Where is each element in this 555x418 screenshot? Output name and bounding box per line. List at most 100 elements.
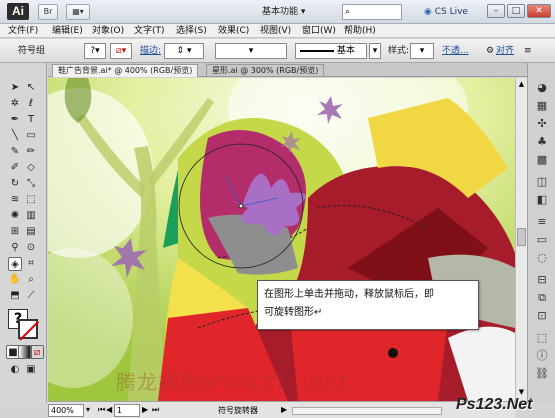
magic-wand-icon[interactable]: ✲ [8, 97, 22, 111]
style-select[interactable]: ▾ [410, 43, 434, 59]
rectangle-icon[interactable]: ▭ [24, 129, 38, 143]
align-link[interactable]: 对齐 [496, 45, 514, 57]
last-artboard-icon[interactable]: ⏭ [152, 405, 159, 415]
stroke-swatch-icon[interactable] [18, 319, 40, 341]
toolbox: ➤ ↖ ✲ ℓ ✒ T ╲ ▭ ✎ ✏ ✐ ◇ ↻ ⤡ ≋ ⬚ ✺ ▥ ⊞ ▤ … [0, 63, 47, 403]
layers-icon[interactable]: ◧ [534, 193, 550, 207]
zoom-icon[interactable]: ⌕ [24, 273, 38, 287]
paintbrush-icon[interactable]: ✎ [8, 145, 22, 159]
live-paint-icon[interactable]: ◈ [8, 257, 22, 271]
maximize-button[interactable]: □ [507, 4, 525, 18]
lasso-icon[interactable]: ℓ [24, 97, 38, 111]
artboard-number: 1 [117, 406, 123, 415]
brush-basic-label: 基本 [336, 46, 355, 56]
variable-width-select[interactable]: ▾ [215, 43, 287, 59]
stroke-link[interactable]: 描边: [140, 45, 161, 57]
transform-icon[interactable]: ⊡ [534, 309, 550, 323]
blob-brush-icon[interactable]: ✐ [8, 161, 22, 175]
knife-icon[interactable]: ⟋ [24, 289, 38, 303]
symbols-icon[interactable]: ♣ [534, 135, 550, 149]
appearance-icon[interactable]: ◫ [534, 175, 550, 189]
minimize-button[interactable]: – [487, 4, 505, 18]
transparency-icon[interactable]: ◌ [534, 251, 550, 265]
artboards-icon[interactable]: ⬚ [534, 331, 550, 345]
brush-definition-select[interactable]: 基本 [295, 43, 367, 59]
spinner-icon: ⇕ [176, 46, 185, 56]
info-icon[interactable]: ⓘ [534, 349, 550, 363]
arrange-documents-button[interactable]: ▦▾ [66, 4, 90, 20]
rotate-icon[interactable]: ↻ [8, 177, 22, 191]
swatches-icon[interactable]: ▦ [534, 99, 550, 113]
blend-icon[interactable]: ⊙ [24, 241, 38, 255]
artboard-canvas[interactable] [48, 78, 515, 401]
artboard-icon[interactable]: ⬒ [8, 289, 22, 303]
eraser-icon[interactable]: ◇ [24, 161, 38, 175]
screen-mode-icon[interactable]: ▣ [24, 363, 38, 377]
cs-live-icon: ◉ [424, 7, 432, 17]
slice-icon[interactable]: ⌗ [24, 257, 38, 271]
menu-effect[interactable]: 效果(C) [218, 25, 249, 37]
warp-icon[interactable]: ≋ [8, 193, 22, 207]
menu-bar: 文件(F) 编辑(E) 对象(O) 文字(T) 选择(S) 效果(C) 视图(V… [0, 24, 555, 38]
scale-icon[interactable]: ⤡ [24, 177, 38, 191]
zoom-dropdown-icon[interactable]: ▾ [86, 405, 90, 414]
direct-selection-icon[interactable]: ↖ [24, 81, 38, 95]
align-icon[interactable]: ⊟ [534, 273, 550, 287]
mesh-icon[interactable]: ⊞ [8, 225, 22, 239]
tab-shoe-ad[interactable]: 鞋广告背景.ai* @ 400% (RGB/预览) [52, 64, 199, 77]
free-transform-icon[interactable]: ⬚ [24, 193, 38, 207]
zoom-field[interactable]: 400% [48, 404, 84, 417]
selection-icon[interactable]: ➤ [8, 81, 22, 95]
workspace-switcher[interactable]: 基本功能 ▾ [262, 4, 326, 20]
brush-menu-button[interactable]: ▾ [369, 43, 381, 59]
brushes-icon[interactable]: ✣ [534, 117, 550, 131]
type-icon[interactable]: T [24, 113, 38, 127]
recolor-icon[interactable]: ⚙ [486, 45, 494, 57]
draw-mode-icon[interactable]: ◐ [8, 363, 22, 377]
previous-artboard-icon[interactable]: ◀ [106, 405, 112, 414]
pen-icon[interactable]: ✒ [8, 113, 22, 127]
menu-edit[interactable]: 编辑(E) [52, 25, 83, 37]
artboard-number-field[interactable]: 1 [114, 404, 140, 417]
panel-menu-icon[interactable]: ≡ [524, 45, 532, 57]
status-menu-icon[interactable]: ▶ [281, 405, 287, 414]
gradient-panel-icon[interactable]: ▭ [534, 233, 550, 247]
color-icon[interactable]: ◕ [534, 81, 550, 95]
menu-object[interactable]: 对象(O) [92, 25, 124, 37]
stroke-weight-field[interactable]: ⇕ ▾ [164, 43, 204, 59]
horizontal-scrollbar[interactable] [292, 407, 442, 415]
cs-live-button[interactable]: ◉ CS Live ▾ [424, 4, 472, 33]
stroke-icon[interactable]: ≡ [534, 215, 550, 229]
links-icon[interactable]: ⛓ [534, 367, 550, 381]
next-artboard-icon[interactable]: ▶ [142, 405, 148, 414]
arrange-documents-icon: ▦▾ [72, 7, 84, 16]
menu-file[interactable]: 文件(F) [8, 25, 38, 37]
first-artboard-icon[interactable]: ⏮ [98, 405, 105, 415]
pathfinder-icon[interactable]: ⧉ [534, 291, 550, 305]
graphic-styles-icon[interactable]: ▩ [534, 153, 550, 167]
scroll-up-icon[interactable]: ▲ [517, 80, 526, 90]
none-mode-icon[interactable]: ⧄ [30, 345, 44, 359]
scroll-thumb[interactable] [517, 228, 526, 246]
vertical-scrollbar[interactable]: ▲ ▼ [515, 78, 527, 401]
search-input[interactable]: ⌕ [342, 4, 402, 20]
stroke-swatch[interactable]: ⧄▾ [110, 43, 132, 59]
eyedropper-icon[interactable]: ⚲ [8, 241, 22, 255]
tab-star[interactable]: 星形.ai @ 300% (RGB/预览) [206, 64, 325, 77]
menu-view[interactable]: 视图(V) [260, 25, 291, 37]
column-graph-icon[interactable]: ▥ [24, 209, 38, 223]
menu-select[interactable]: 选择(S) [176, 25, 207, 37]
menu-help[interactable]: 帮助(H) [344, 25, 376, 37]
fill-swatch[interactable]: ?▾ [84, 43, 106, 59]
pencil-icon[interactable]: ✏ [24, 145, 38, 159]
symbol-sprayer-icon[interactable]: ✺ [8, 209, 22, 223]
search-icon: ⌕ [345, 7, 351, 17]
close-button[interactable]: ✕ [527, 4, 551, 18]
hand-icon[interactable]: ✋ [8, 273, 22, 287]
menu-window[interactable]: 窗口(W) [302, 25, 336, 37]
menu-type[interactable]: 文字(T) [134, 25, 165, 37]
gradient-icon[interactable]: ▤ [24, 225, 38, 239]
line-icon[interactable]: ╲ [8, 129, 22, 143]
opacity-link[interactable]: 不透... [442, 45, 469, 57]
bridge-button[interactable]: Br [38, 4, 58, 20]
